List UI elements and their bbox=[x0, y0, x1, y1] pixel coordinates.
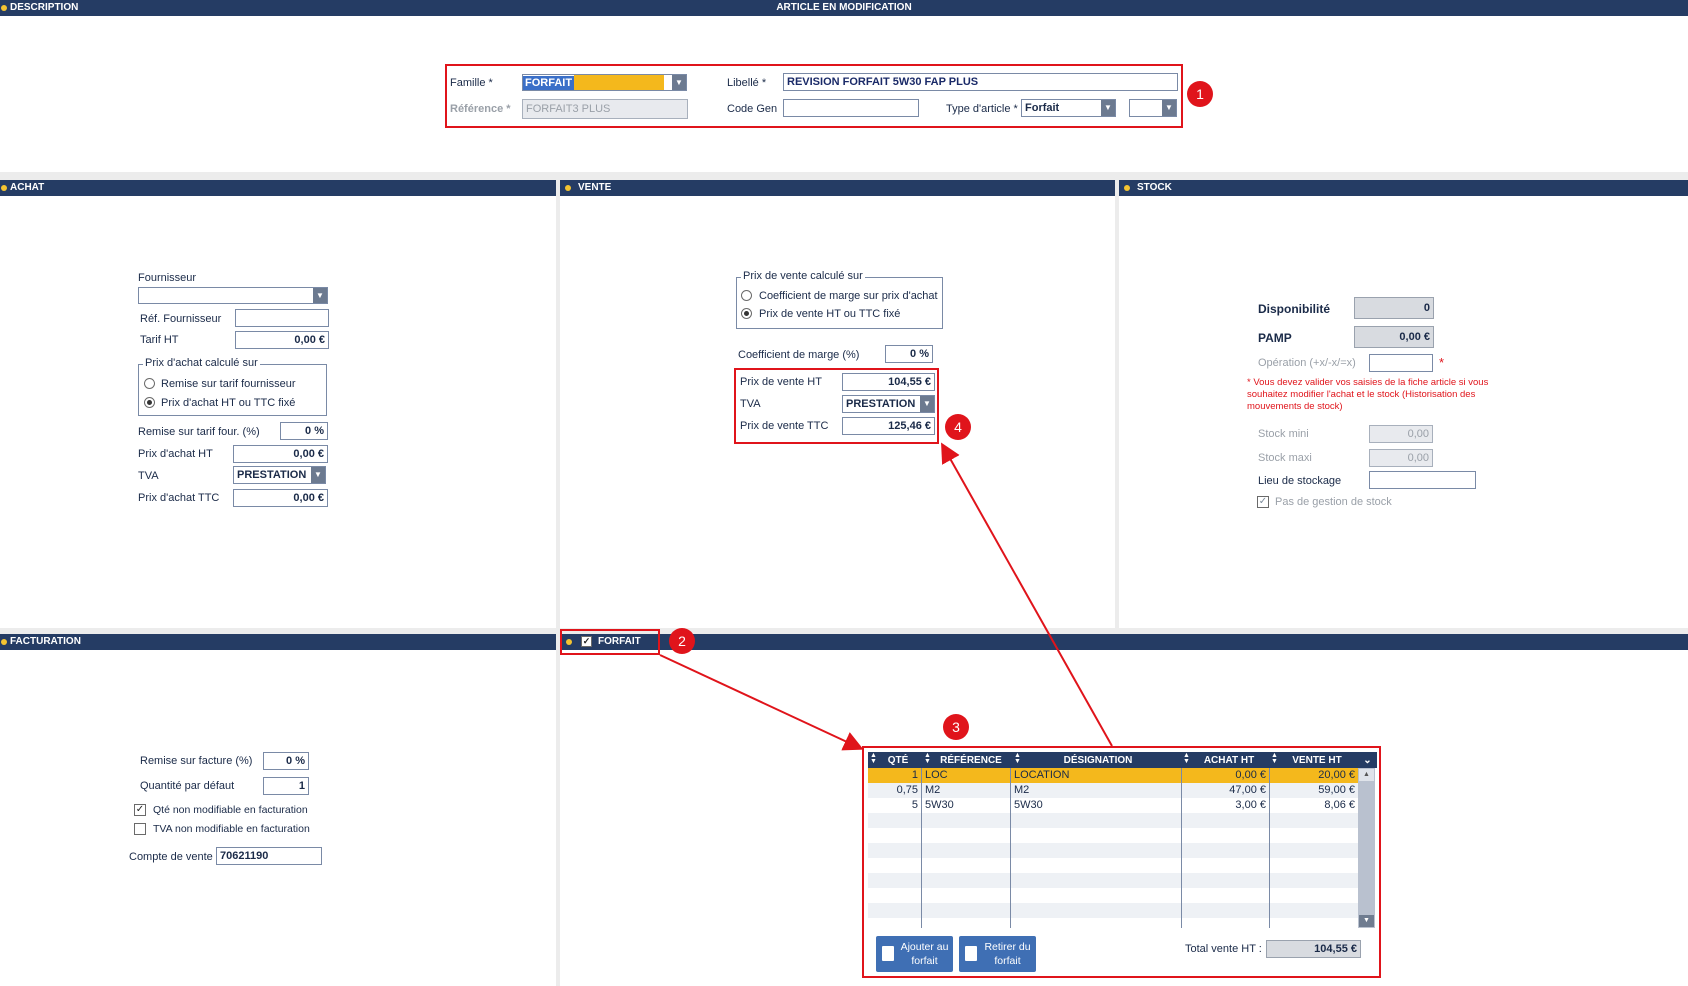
pamp-value: 0,00 € bbox=[1354, 326, 1434, 348]
fournisseur-select[interactable]: ▼ bbox=[138, 287, 328, 304]
forfait-header: ✓ FORFAIT bbox=[560, 634, 1688, 650]
radio-prix-label: Prix d'achat HT ou TTC fixé bbox=[161, 397, 296, 409]
annotation-box-4 bbox=[734, 368, 939, 444]
ref-fournisseur-input[interactable] bbox=[235, 309, 329, 327]
section-dot-icon bbox=[1, 185, 7, 191]
achat-tva-value: PRESTATION bbox=[237, 469, 307, 481]
section-dot-icon bbox=[565, 185, 571, 191]
radio-coef-marge[interactable] bbox=[741, 290, 752, 301]
radio-remise-label: Remise sur tarif fournisseur bbox=[161, 378, 296, 390]
section-dot-icon bbox=[1, 639, 7, 645]
coef-marge-input[interactable]: 0 % bbox=[885, 345, 933, 363]
quantite-defaut-label: Quantité par défaut bbox=[140, 780, 235, 792]
tva-non-modif-checkbox[interactable] bbox=[134, 823, 146, 835]
vente-title: VENTE bbox=[578, 182, 612, 193]
stock-mini-input[interactable]: 0,00 bbox=[1369, 425, 1433, 443]
annotation-badge-2: 2 bbox=[669, 628, 695, 654]
annotation-badge-1: 1 bbox=[1187, 81, 1213, 107]
lieu-stockage-input[interactable] bbox=[1369, 471, 1476, 489]
annotation-box-2 bbox=[560, 629, 660, 655]
annotation-box-3 bbox=[862, 746, 1381, 978]
facturation-title: FACTURATION bbox=[10, 636, 81, 647]
radio-remise-tarif[interactable] bbox=[144, 378, 155, 389]
quantite-defaut-input[interactable]: 1 bbox=[263, 777, 309, 795]
achat-calc-legend: Prix d'achat calculé sur bbox=[143, 357, 260, 369]
facturation-header: FACTURATION bbox=[0, 634, 556, 650]
facturation-panel: FACTURATION Remise sur facture (%) 0 % Q… bbox=[0, 634, 556, 986]
radio-coef-label: Coefficient de marge sur prix d'achat bbox=[759, 290, 938, 302]
disponibilite-label: Disponibilité bbox=[1258, 302, 1330, 316]
prix-achat-ttc-input[interactable]: 0,00 € bbox=[233, 489, 328, 507]
radio-prix-achat-fixe[interactable] bbox=[144, 397, 155, 408]
coef-marge-label: Coefficient de marge (%) bbox=[738, 349, 860, 361]
vente-header: VENTE bbox=[560, 180, 1115, 196]
remise-tarif-label: Remise sur tarif four. (%) bbox=[138, 426, 260, 438]
annotation-badge-4: 4 bbox=[945, 414, 971, 440]
compte-vente-label: Compte de vente bbox=[129, 851, 213, 863]
radio-prix-vente-fixe[interactable] bbox=[741, 308, 752, 319]
achat-title: ACHAT bbox=[10, 182, 45, 193]
tva-non-modif-label: TVA non modifiable en facturation bbox=[153, 823, 310, 835]
stock-header: STOCK bbox=[1119, 180, 1688, 196]
pamp-label: PAMP bbox=[1258, 331, 1292, 345]
remise-tarif-input[interactable]: 0 % bbox=[280, 422, 328, 440]
stock-panel: STOCK Disponibilité 0 PAMP 0,00 € Opérat… bbox=[1119, 180, 1688, 628]
remise-facture-input[interactable]: 0 % bbox=[263, 752, 309, 770]
stock-maxi-input[interactable]: 0,00 bbox=[1369, 449, 1433, 467]
vente-calc-group: Prix de vente calculé sur Coefficient de… bbox=[736, 270, 943, 329]
remise-facture-label: Remise sur facture (%) bbox=[140, 755, 253, 767]
stock-warning: * Vous devez valider vos saisies de la f… bbox=[1247, 377, 1489, 412]
prix-achat-ht-label: Prix d'achat HT bbox=[138, 448, 213, 460]
chevron-down-icon[interactable]: ▼ bbox=[313, 288, 327, 303]
prix-achat-ttc-label: Prix d'achat TTC bbox=[138, 492, 220, 504]
description-header: DESCRIPTION ARTICLE EN MODIFICATION bbox=[0, 0, 1688, 16]
section-dot-icon bbox=[1124, 185, 1130, 191]
stock-maxi-label: Stock maxi bbox=[1258, 452, 1312, 464]
achat-header: ACHAT bbox=[0, 180, 556, 196]
chevron-down-icon[interactable]: ▼ bbox=[311, 467, 325, 483]
article-status-title: ARTICLE EN MODIFICATION bbox=[776, 2, 912, 13]
operation-input[interactable] bbox=[1369, 354, 1433, 372]
ref-fournisseur-label: Réf. Fournisseur bbox=[140, 313, 222, 325]
operation-label: Opération (+x/-x/=x) bbox=[1258, 357, 1356, 369]
stock-title: STOCK bbox=[1137, 182, 1172, 193]
prix-achat-ht-input[interactable]: 0,00 € bbox=[233, 445, 328, 463]
achat-calc-group: Prix d'achat calculé sur Remise sur tari… bbox=[138, 357, 327, 416]
fournisseur-label: Fournisseur bbox=[138, 272, 197, 284]
disponibilite-value: 0 bbox=[1354, 297, 1434, 319]
required-star: * bbox=[1439, 355, 1445, 370]
achat-tva-label: TVA bbox=[138, 470, 159, 482]
tarif-ht-input[interactable]: 0,00 € bbox=[235, 331, 329, 349]
pas-gestion-label: Pas de gestion de stock bbox=[1275, 496, 1392, 508]
lieu-stockage-label: Lieu de stockage bbox=[1258, 475, 1342, 487]
achat-tva-select[interactable]: PRESTATION ▼ bbox=[233, 466, 326, 484]
annotation-badge-3: 3 bbox=[943, 714, 969, 740]
achat-panel: ACHAT Fournisseur ▼ Réf. Fournisseur Tar… bbox=[0, 180, 556, 628]
annotation-box-1 bbox=[445, 64, 1183, 128]
stock-mini-label: Stock mini bbox=[1258, 428, 1309, 440]
compte-vente-input[interactable]: 70621190 bbox=[216, 847, 322, 865]
radio-prix-vente-label: Prix de vente HT ou TTC fixé bbox=[759, 308, 901, 320]
pas-gestion-checkbox[interactable]: ✓ bbox=[1257, 496, 1269, 508]
tarif-ht-label: Tarif HT bbox=[140, 334, 179, 346]
qte-non-modif-label: Qté non modifiable en facturation bbox=[153, 804, 308, 816]
vente-calc-legend: Prix de vente calculé sur bbox=[741, 270, 865, 282]
qte-non-modif-checkbox[interactable]: ✓ bbox=[134, 804, 146, 816]
